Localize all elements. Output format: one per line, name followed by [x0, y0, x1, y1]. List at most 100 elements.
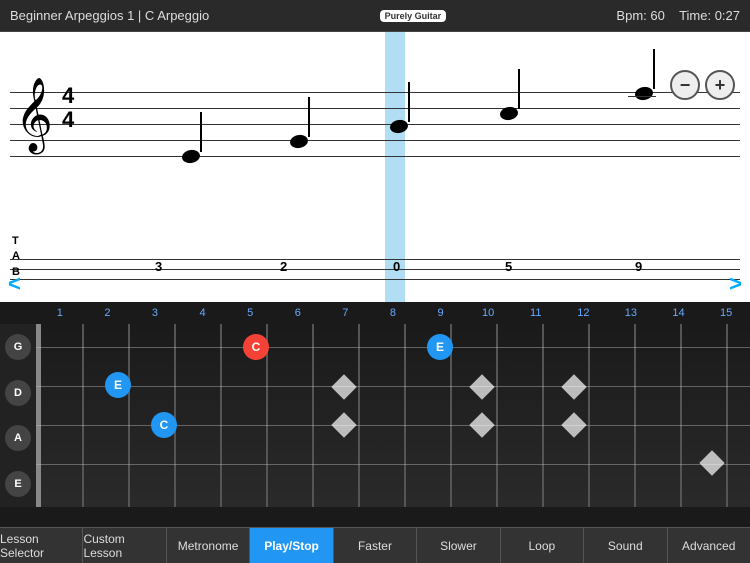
- string-line-d: [36, 386, 750, 387]
- zoom-buttons: − +: [670, 70, 735, 100]
- string-a: A: [5, 425, 31, 451]
- time-label: Time: 0:27: [679, 8, 740, 23]
- fret-num-8: 8: [369, 307, 417, 319]
- lesson-selector-button[interactable]: Lesson Selector: [0, 528, 83, 563]
- note-stem-1: [200, 112, 202, 152]
- tab-num-0: 0: [393, 259, 400, 274]
- nav-right-arrow[interactable]: >: [729, 271, 742, 297]
- fret-line-12: [588, 324, 590, 507]
- fret-num-15: 15: [702, 307, 750, 319]
- ledger-line: [628, 96, 656, 97]
- diamond-d7: [331, 374, 356, 399]
- nut: [36, 324, 41, 507]
- zoom-in-button[interactable]: +: [705, 70, 735, 100]
- metronome-button[interactable]: Metronome: [167, 528, 250, 563]
- bpm-time: Bpm: 60 Time: 0:27: [616, 8, 740, 23]
- fret-line-6: [312, 324, 314, 507]
- tab-line-3: [10, 279, 740, 280]
- diamond-a12: [561, 412, 586, 437]
- diamond-a10: [469, 412, 494, 437]
- fret-num-2: 2: [84, 307, 132, 319]
- fret-num-5: 5: [226, 307, 274, 319]
- fret-num-12: 12: [560, 307, 608, 319]
- staff-line-3: [10, 124, 740, 125]
- fret-line-1: [82, 324, 84, 507]
- chord-dot-c-a[interactable]: C: [151, 412, 177, 438]
- fret-line-8: [404, 324, 406, 507]
- tab-num-3: 3: [155, 259, 162, 274]
- fretboard: C E E C: [36, 324, 750, 507]
- fret-line-13: [634, 324, 636, 507]
- diamond-d12: [561, 374, 586, 399]
- note-stem-5: [653, 49, 655, 89]
- staff-lines: [0, 92, 750, 172]
- chord-dot-c-g[interactable]: C: [243, 334, 269, 360]
- fret-line-15: [726, 324, 728, 507]
- note-stem-4: [518, 69, 520, 109]
- note-stem-3: [408, 82, 410, 122]
- fret-num-10: 10: [464, 307, 512, 319]
- page-title: Beginner Arpeggios 1 | C Arpeggio: [10, 8, 209, 23]
- advanced-button[interactable]: Advanced: [668, 528, 750, 563]
- toolbar: Lesson Selector Custom Lesson Metronome …: [0, 527, 750, 563]
- tab-a: A: [12, 249, 20, 264]
- chord-dot-e-d[interactable]: E: [105, 372, 131, 398]
- tab-t: T: [12, 234, 20, 249]
- tab-num-9: 9: [635, 259, 642, 274]
- fret-line-11: [542, 324, 544, 507]
- sheet-area: 𝄞 4 4 − + T A B 3 2 0 5 9 < >: [0, 32, 750, 302]
- chord-dot-e-g[interactable]: E: [427, 334, 453, 360]
- string-line-a: [36, 425, 750, 426]
- slower-button[interactable]: Slower: [417, 528, 500, 563]
- string-labels: G D A E: [0, 324, 36, 507]
- loop-button[interactable]: Loop: [501, 528, 584, 563]
- bpm-label: Bpm: 60: [616, 8, 664, 23]
- fret-line-2: [128, 324, 130, 507]
- time-sig-bottom: 4: [62, 108, 74, 132]
- string-line-e: [36, 464, 750, 465]
- fret-num-4: 4: [179, 307, 227, 319]
- staff-line-4: [10, 140, 740, 141]
- fret-line-14: [680, 324, 682, 507]
- fret-num-11: 11: [512, 307, 560, 319]
- time-sig-top: 4: [62, 84, 74, 108]
- fret-num-13: 13: [607, 307, 655, 319]
- fretboard-area: 1 2 3 4 5 6 7 8 9 10 11 12 13 14 15 G D …: [0, 302, 750, 507]
- tab-line-2: [10, 269, 740, 270]
- top-bar: Beginner Arpeggios 1 | C Arpeggio Purely…: [0, 0, 750, 32]
- diamond-d10: [469, 374, 494, 399]
- tab-line-1: [10, 259, 740, 260]
- bass-clef: 𝄞: [15, 82, 53, 146]
- fret-num-9: 9: [417, 307, 465, 319]
- time-signature: 4 4: [62, 84, 74, 132]
- logo: Purely Guitar: [380, 10, 447, 22]
- string-e: E: [5, 471, 31, 497]
- sound-button[interactable]: Sound: [584, 528, 667, 563]
- fret-num-1: 1: [36, 307, 84, 319]
- nav-left-arrow[interactable]: <: [8, 271, 21, 297]
- fret-line-3: [174, 324, 176, 507]
- custom-lesson-button[interactable]: Custom Lesson: [83, 528, 166, 563]
- fret-line-10: [496, 324, 498, 507]
- diamond-e15: [699, 450, 724, 475]
- play-stop-button[interactable]: Play/Stop: [250, 528, 333, 563]
- zoom-out-button[interactable]: −: [670, 70, 700, 100]
- diamond-a7: [331, 412, 356, 437]
- fret-num-6: 6: [274, 307, 322, 319]
- string-line-g: [36, 347, 750, 348]
- tab-num-2: 2: [280, 259, 287, 274]
- fret-num-3: 3: [131, 307, 179, 319]
- faster-button[interactable]: Faster: [334, 528, 417, 563]
- string-d: D: [5, 380, 31, 406]
- fret-numbers-row: 1 2 3 4 5 6 7 8 9 10 11 12 13 14 15: [0, 302, 750, 324]
- staff-line-1: [10, 92, 740, 93]
- staff-line-2: [10, 108, 740, 109]
- fret-num-7: 7: [322, 307, 370, 319]
- string-g: G: [5, 334, 31, 360]
- staff-line-5: [10, 156, 740, 157]
- note-stem-2: [308, 97, 310, 137]
- tab-num-5: 5: [505, 259, 512, 274]
- fret-line-4: [220, 324, 222, 507]
- fret-line-7: [358, 324, 360, 507]
- fret-num-14: 14: [655, 307, 703, 319]
